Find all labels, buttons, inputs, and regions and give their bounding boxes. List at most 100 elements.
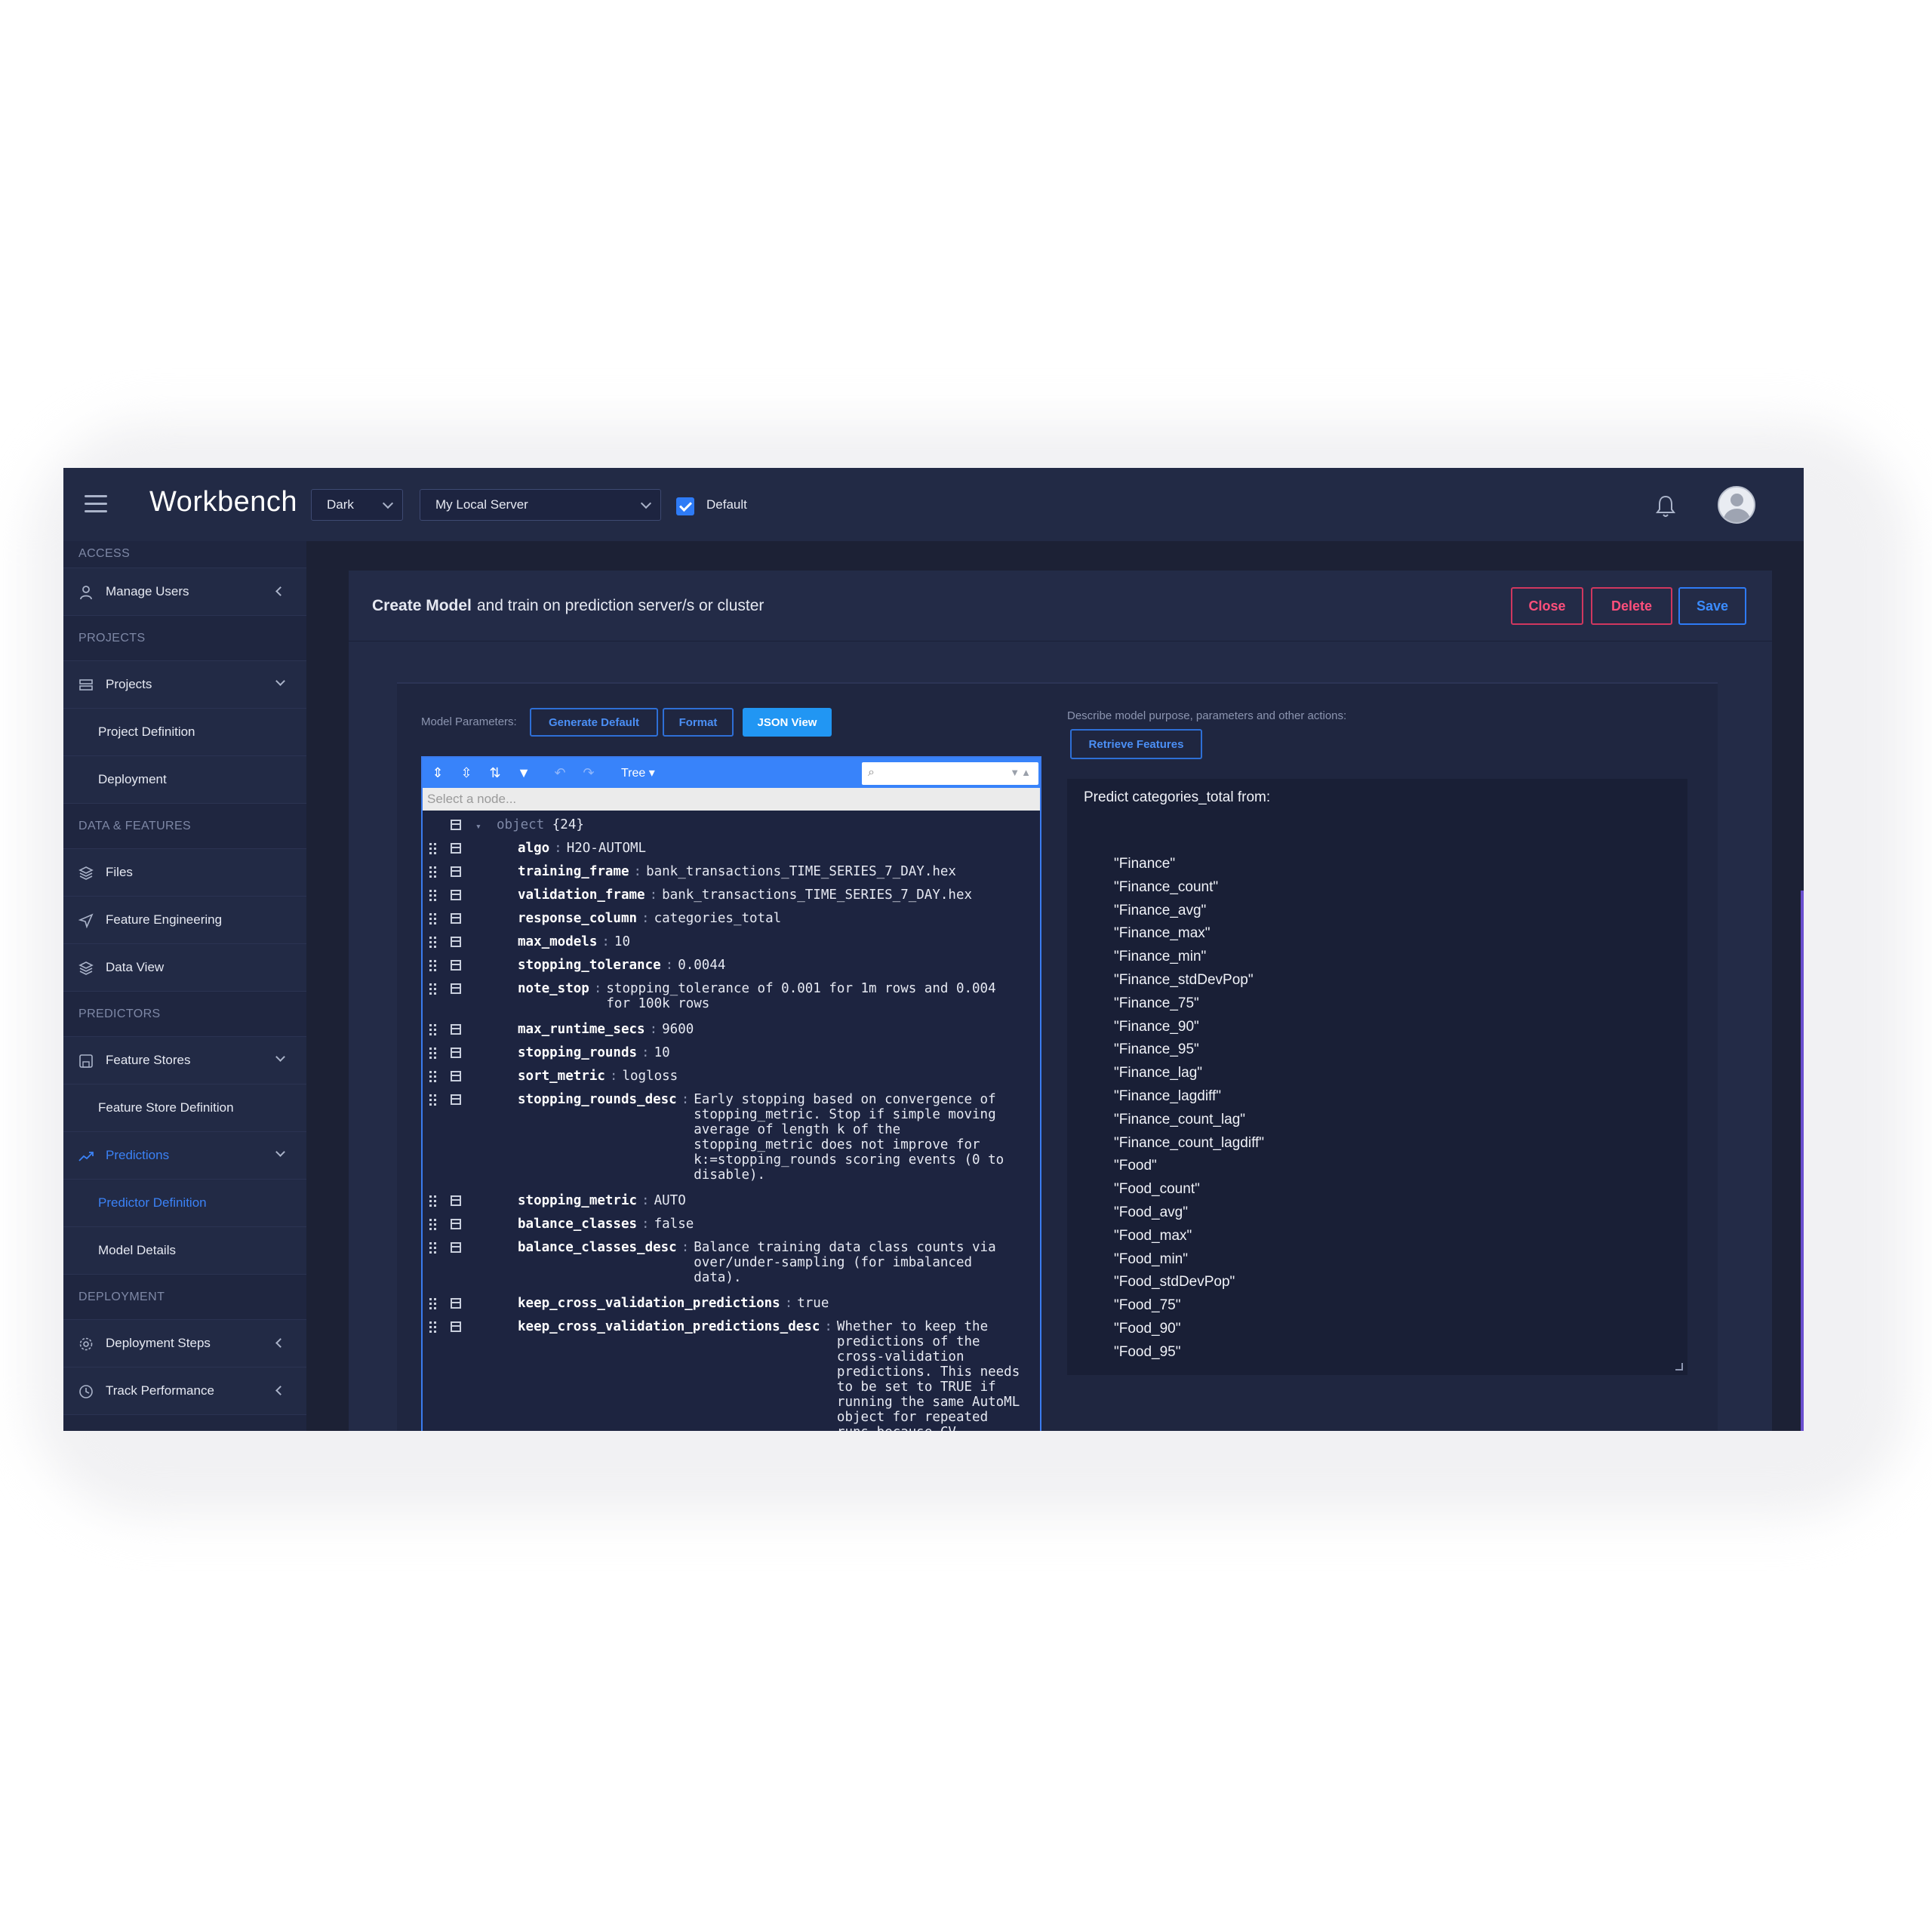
context-menu-icon[interactable]	[451, 960, 461, 971]
tree-key[interactable]: training_frame	[518, 864, 629, 879]
avatar[interactable]	[1718, 486, 1755, 524]
tree-row[interactable]: sort_metric: logloss	[423, 1065, 1040, 1088]
theme-select[interactable]: Dark	[311, 489, 403, 521]
context-menu-icon[interactable]	[451, 913, 461, 924]
retrieve-features-button[interactable]: Retrieve Features	[1070, 729, 1202, 759]
tree-value[interactable]: 0.0044	[678, 958, 725, 973]
mode-select[interactable]: Tree ▾	[621, 765, 655, 780]
delete-button[interactable]: Delete	[1591, 587, 1672, 625]
tree-value[interactable]: Balance training data class counts via o…	[694, 1240, 995, 1285]
sidebar-item-feature-stores[interactable]: Feature Stores	[63, 1037, 306, 1084]
close-button[interactable]: Close	[1511, 587, 1583, 625]
drag-handle-icon[interactable]	[429, 1298, 438, 1310]
sidebar-item-predictor-definition[interactable]: Predictor Definition	[63, 1180, 306, 1227]
tree-row[interactable]: response_column: categories_total	[423, 907, 1040, 931]
tree-row[interactable]: stopping_metric: AUTO	[423, 1189, 1040, 1213]
drag-handle-icon[interactable]	[429, 913, 438, 925]
tree-row[interactable]: max_runtime_secs:9600	[423, 1018, 1040, 1041]
menu-icon[interactable]	[85, 495, 107, 513]
tree-value[interactable]: H2O-AUTOML	[567, 841, 646, 856]
sidebar-item-files[interactable]: Files	[63, 849, 306, 897]
tree-row[interactable]: balance_classes: false	[423, 1213, 1040, 1236]
tree-row[interactable]: keep_cross_validation_predictions: true	[423, 1292, 1040, 1315]
tree-value[interactable]: AUTO	[654, 1193, 686, 1208]
context-menu-icon[interactable]	[451, 1219, 461, 1229]
context-menu-icon[interactable]	[451, 1048, 461, 1058]
redo-icon[interactable]: ↷	[581, 765, 596, 780]
tree-row[interactable]: stopping_rounds:10	[423, 1041, 1040, 1065]
description-textarea[interactable]: Predict categories_total from: "Finance"…	[1067, 779, 1687, 1375]
tree-row[interactable]: stopping_rounds_desc: Early stopping base…	[423, 1088, 1040, 1189]
tree-row[interactable]: note_stop: stopping_tolerance of 0.001 fo…	[423, 977, 1040, 1018]
tree-row[interactable]: stopping_tolerance:0.0044	[423, 954, 1040, 977]
tree-value[interactable]: Early stopping based on convergence of s…	[694, 1092, 1004, 1183]
context-menu-icon[interactable]	[451, 983, 461, 994]
tree-value[interactable]: false	[654, 1217, 694, 1232]
context-menu-icon[interactable]	[451, 1094, 461, 1105]
context-menu-icon[interactable]	[451, 1298, 461, 1309]
tree-row[interactable]: validation_frame: bank_transactions_TIME_…	[423, 884, 1040, 907]
context-menu-icon[interactable]	[451, 1242, 461, 1253]
tree-key[interactable]: algo	[518, 841, 549, 856]
tree-key[interactable]: balance_classes_desc	[518, 1240, 677, 1255]
format-button[interactable]: Format	[663, 708, 734, 737]
filter-icon[interactable]: ▼	[516, 765, 531, 780]
tree-key[interactable]: max_models	[518, 934, 597, 949]
scrollbar[interactable]	[1801, 891, 1804, 1431]
tree-key[interactable]: max_runtime_secs	[518, 1022, 645, 1037]
context-menu-icon[interactable]	[451, 820, 461, 830]
tree-row[interactable]: algo: H2O-AUTOML	[423, 837, 1040, 860]
json-editor[interactable]: ⇕ ⇳ ⇅ ▼ ↶ ↷ Tree ▾ ⌕ ▼▲ Select a node...	[421, 756, 1041, 1431]
tree-row[interactable]: keep_cross_validation_predictions_desc: W…	[423, 1315, 1040, 1431]
generate-default-button[interactable]: Generate Default	[530, 708, 658, 737]
tree-value[interactable]: 10	[614, 934, 630, 949]
tree-value[interactable]: categories_total	[654, 911, 782, 926]
tree-key[interactable]: response_column	[518, 911, 637, 926]
expand-all-icon[interactable]: ⇕	[430, 765, 445, 780]
search-input[interactable]: ⌕ ▼▲	[862, 762, 1038, 785]
drag-handle-icon[interactable]	[429, 1321, 438, 1334]
drag-handle-icon[interactable]	[429, 1071, 438, 1083]
drag-handle-icon[interactable]	[429, 890, 438, 902]
drag-handle-icon[interactable]	[429, 1094, 438, 1106]
tree-value[interactable]: 10	[654, 1045, 670, 1060]
tree-key[interactable]: keep_cross_validation_predictions_desc	[518, 1319, 820, 1334]
json-view-button[interactable]: JSON View	[743, 708, 832, 737]
context-menu-icon[interactable]	[451, 1024, 461, 1035]
node-navigation-bar[interactable]: Select a node...	[423, 788, 1040, 811]
context-menu-icon[interactable]	[451, 937, 461, 947]
tree-root-row[interactable]: ▾ object {24}	[423, 814, 1040, 837]
tree-value[interactable]: logloss	[622, 1069, 678, 1084]
tree-key[interactable]: validation_frame	[518, 888, 645, 903]
context-menu-icon[interactable]	[451, 866, 461, 877]
drag-handle-icon[interactable]	[429, 937, 438, 949]
sidebar-item-deployment-steps[interactable]: Deployment Steps	[63, 1320, 306, 1367]
drag-handle-icon[interactable]	[429, 1219, 438, 1231]
bell-icon[interactable]	[1654, 494, 1677, 519]
tree-key[interactable]: stopping_rounds	[518, 1045, 637, 1060]
server-select[interactable]: My Local Server	[420, 489, 661, 521]
tree-key[interactable]: stopping_tolerance	[518, 958, 661, 973]
sidebar-item-feature-store-definition[interactable]: Feature Store Definition	[63, 1084, 306, 1132]
tree-row[interactable]: training_frame: bank_transactions_TIME_SE…	[423, 860, 1040, 884]
sidebar-item-feature-engineering[interactable]: Feature Engineering	[63, 897, 306, 944]
sidebar-item-predictions[interactable]: Predictions	[63, 1132, 306, 1180]
tree-key[interactable]: stopping_metric	[518, 1193, 637, 1208]
context-menu-icon[interactable]	[451, 890, 461, 900]
tree-value[interactable]: 9600	[662, 1022, 694, 1037]
save-button[interactable]: Save	[1678, 587, 1746, 625]
undo-icon[interactable]: ↶	[552, 765, 568, 780]
tree-value[interactable]: true	[797, 1296, 829, 1311]
tree-key[interactable]: keep_cross_validation_predictions	[518, 1296, 780, 1311]
tree-value[interactable]: stopping_tolerance of 0.001 for 1m rows …	[606, 981, 995, 1011]
context-menu-icon[interactable]	[451, 843, 461, 854]
tree-value[interactable]: Whether to keep the predictions of the c…	[837, 1319, 1020, 1431]
tree-key[interactable]: balance_classes	[518, 1217, 637, 1232]
expand-toggle-icon[interactable]: ▾	[475, 820, 481, 835]
tree-row[interactable]: max_models:10	[423, 931, 1040, 954]
sidebar-item-model-details[interactable]: Model Details	[63, 1227, 306, 1275]
sidebar-item-projects[interactable]: Projects	[63, 661, 306, 709]
drag-handle-icon[interactable]	[429, 960, 438, 972]
tree-key[interactable]: sort_metric	[518, 1069, 605, 1084]
sidebar-item-deployment[interactable]: Deployment	[63, 756, 306, 804]
